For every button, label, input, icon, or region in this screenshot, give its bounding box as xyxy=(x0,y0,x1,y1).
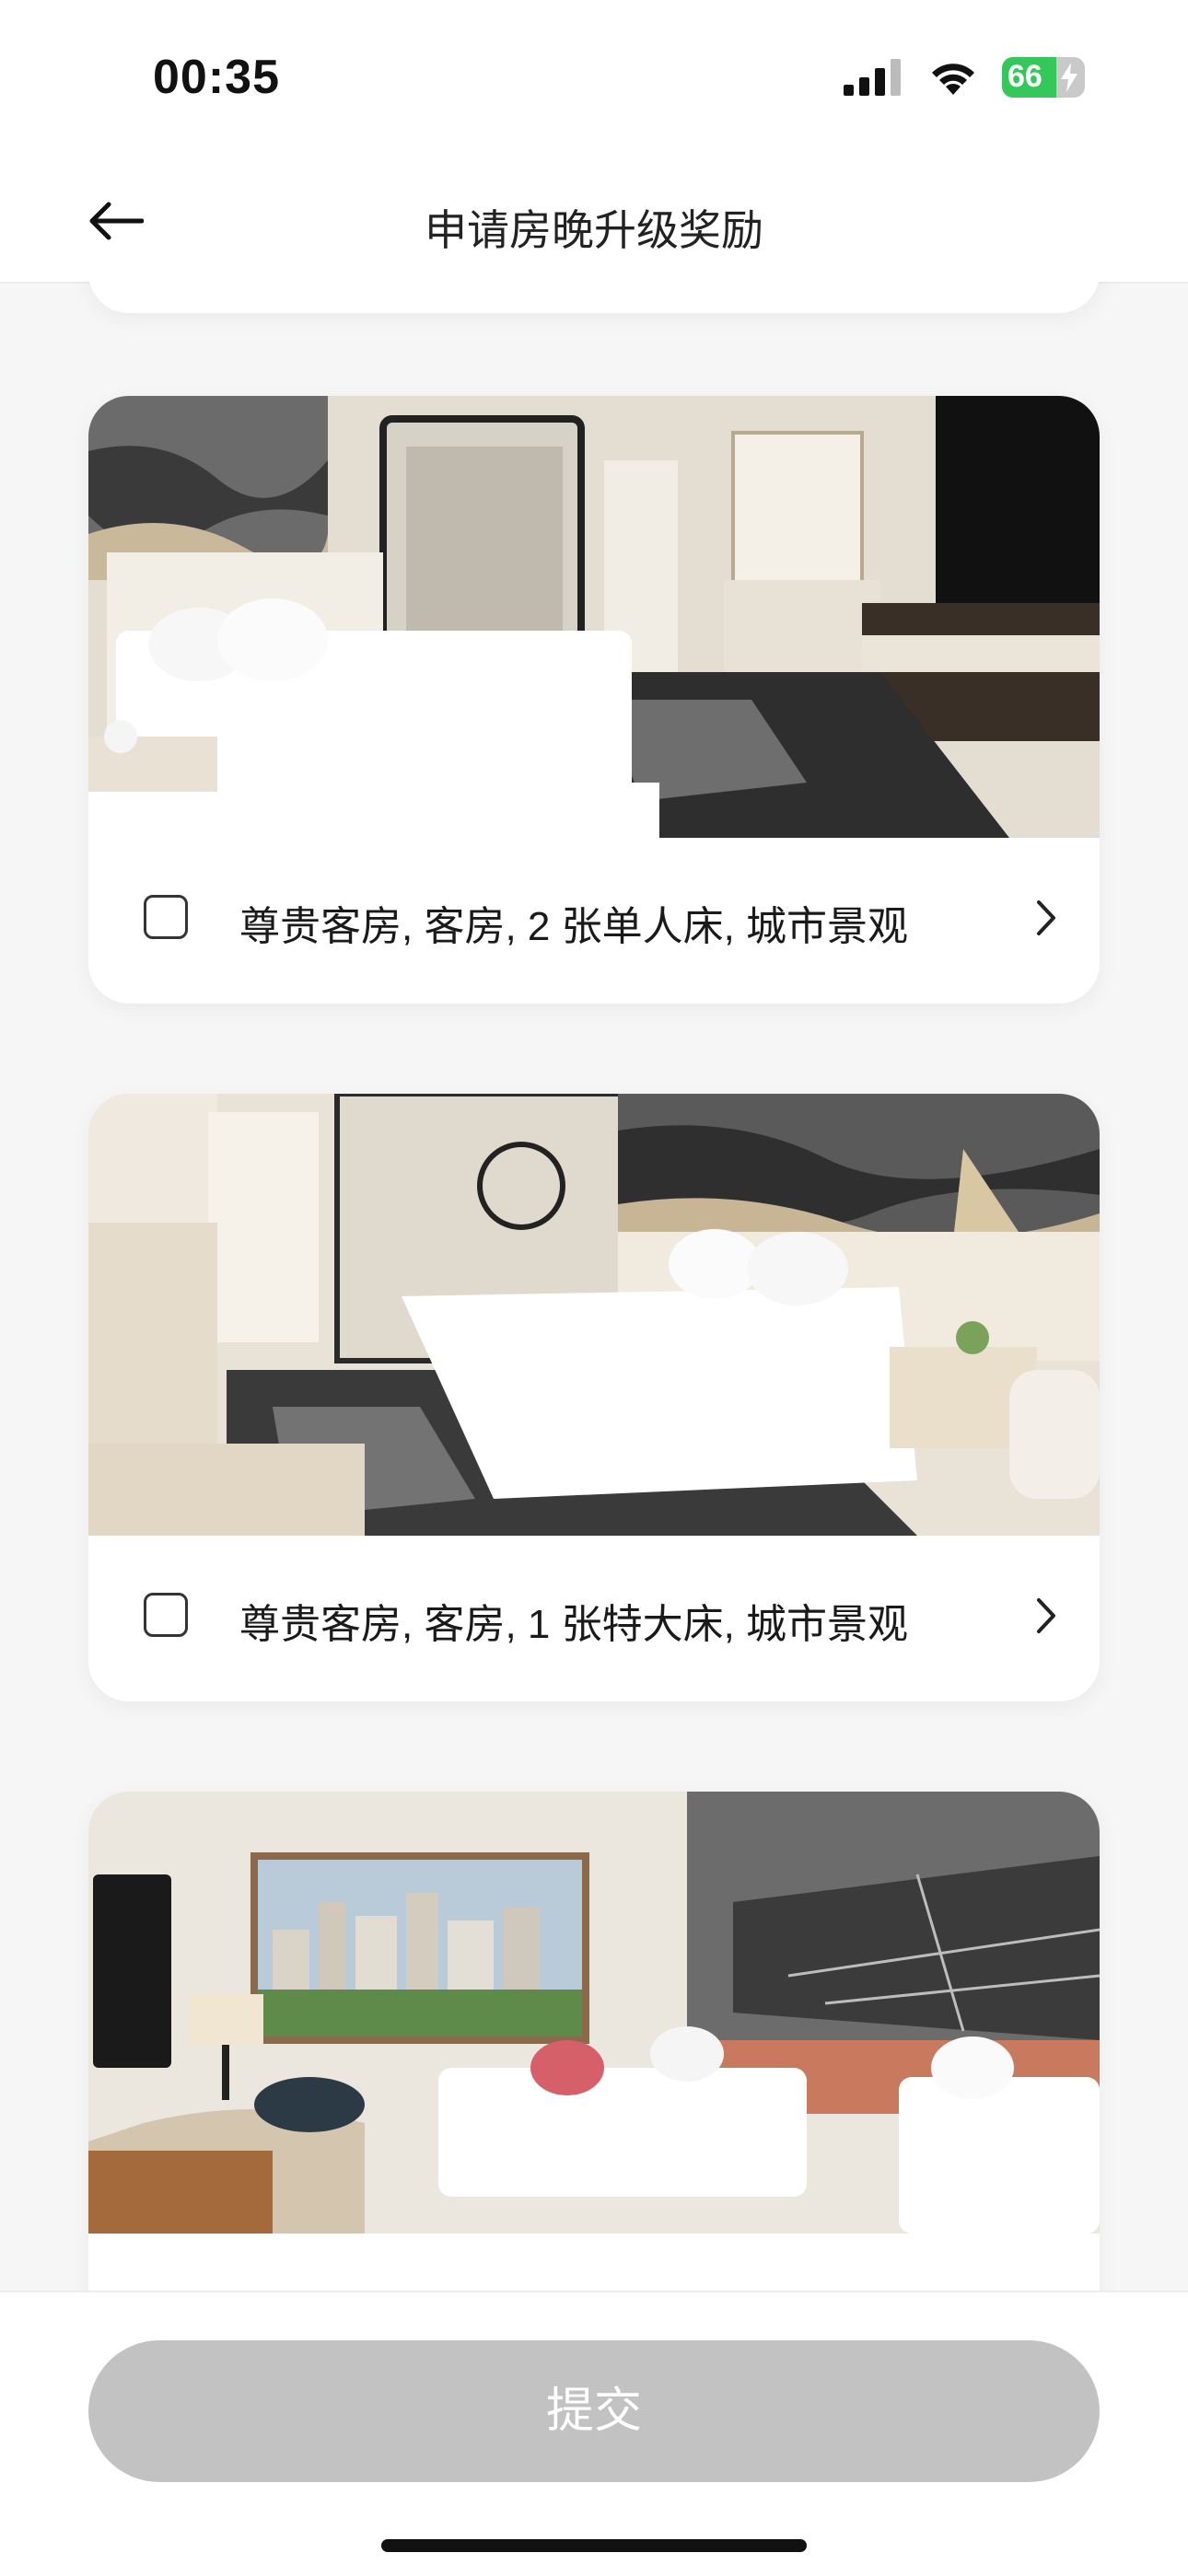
room-label: 尊贵客房, 客房, 2 张单人床, 城市景观 xyxy=(239,904,909,949)
status-icons: 66 xyxy=(844,57,1085,98)
room-photo-city-view xyxy=(88,1792,1100,2234)
navigation-bar: 申请房晚升级奖励 xyxy=(0,157,1188,284)
chevron-right-icon[interactable] xyxy=(1035,1596,1057,1635)
twin-bed-room-photo-icon xyxy=(88,396,1100,838)
room-checkbox[interactable] xyxy=(144,895,188,939)
cellular-signal-icon xyxy=(844,59,901,96)
room-card[interactable] xyxy=(88,1792,1100,2294)
room-photo-twin xyxy=(88,396,1100,838)
status-time: 00:35 xyxy=(153,51,280,104)
wifi-icon xyxy=(932,64,974,95)
chevron-right-icon[interactable] xyxy=(1035,899,1057,937)
room-photo-king xyxy=(88,1094,1100,1536)
charging-bolt-icon xyxy=(1061,63,1077,92)
room-label: 尊贵客房, 客房, 1 张特大床, 城市景观 xyxy=(239,1602,909,1647)
room-card[interactable]: 尊贵客房, 客房, 1 张特大床, 城市景观 xyxy=(88,1094,1100,1701)
submit-button[interactable]: 提交 xyxy=(88,2340,1100,2482)
room-list[interactable]: 尊贵客房, 客房, 2 张单人床, 城市景观 尊贵客房, 客房, 1 张特大床,… xyxy=(0,282,1188,2294)
home-indicator[interactable] xyxy=(381,2539,807,2552)
room-option-row[interactable]: 尊贵客房, 客房, 1 张特大床, 城市景观 xyxy=(88,1536,1100,1701)
city-view-twin-room-photo-icon xyxy=(88,1792,1100,2234)
room-card[interactable]: 尊贵客房, 客房, 2 张单人床, 城市景观 xyxy=(88,396,1100,1004)
page-title: 申请房晚升级奖励 xyxy=(425,206,763,254)
room-option-row[interactable]: 尊贵客房, 客房, 2 张单人床, 城市景观 xyxy=(88,838,1100,1004)
battery-icon: 66 xyxy=(1002,57,1085,98)
room-checkbox[interactable] xyxy=(144,1593,188,1637)
bottom-action-bar: 提交 xyxy=(0,2291,1188,2576)
battery-percent: 66 xyxy=(1007,59,1042,94)
status-bar: 00:35 66 xyxy=(0,0,1188,157)
room-card-partial xyxy=(88,282,1100,313)
king-bed-room-photo-icon xyxy=(88,1094,1100,1536)
